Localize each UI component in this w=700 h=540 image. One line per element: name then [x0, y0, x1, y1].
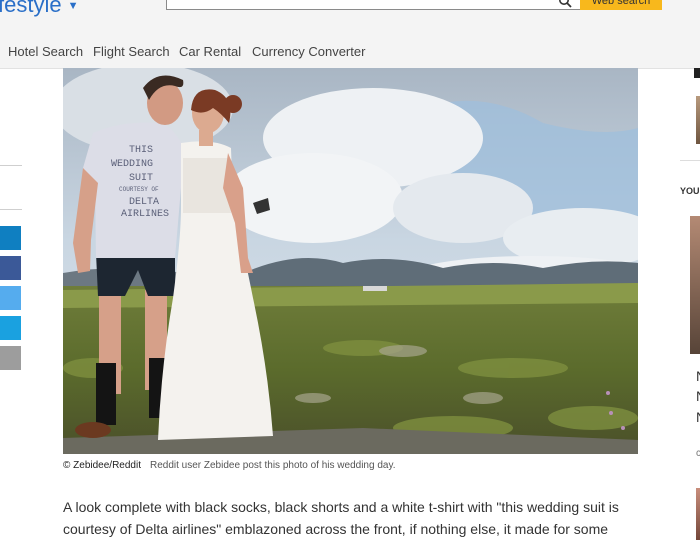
shirt-text-line: WEDDING — [111, 159, 153, 170]
nav-bar: Hotel Search Flight Search Car Rental Cu… — [0, 36, 700, 69]
nav-item-flight-search[interactable]: Flight Search — [93, 44, 170, 59]
share-button-more[interactable] — [0, 346, 21, 370]
share-button-twitter[interactable] — [0, 286, 21, 310]
shirt-text-line: THIS — [129, 145, 153, 156]
left-share-rail — [0, 68, 22, 540]
share-button-facebook[interactable] — [0, 256, 21, 280]
shirt-text-line: DELTA — [129, 197, 159, 208]
share-button-messenger[interactable] — [0, 316, 21, 340]
rail-divider — [680, 160, 700, 161]
chevron-down-icon[interactable]: ▼ — [68, 0, 79, 12]
photo-credit: © Zebidee/Reddit — [63, 460, 141, 471]
caption-text: Reddit user Zebidee post this photo of h… — [149, 460, 396, 471]
photo-caption: © Zebidee/Reddit Reddit user Zebidee post… — [63, 460, 396, 471]
shirt-text-line: AIRLINES — [121, 209, 169, 220]
rail-thumbnail[interactable] — [694, 68, 700, 78]
wedding-photo: THIS WEDDING SUIT COURTESY OF DELTA AIRL… — [63, 68, 638, 454]
rail-divider — [0, 209, 22, 210]
search-input[interactable] — [166, 0, 584, 10]
shirt-text-line: SUIT — [129, 173, 153, 184]
nav-item-car-rental[interactable]: Car Rental — [179, 44, 241, 59]
rail-thumbnail[interactable] — [690, 216, 700, 354]
rail-thumbnail[interactable] — [696, 488, 700, 540]
right-rail: YOU N N N c — [680, 68, 700, 540]
nav-item-currency-converter[interactable]: Currency Converter — [252, 44, 365, 59]
nav-item-hotel-search[interactable]: Hotel Search — [8, 44, 83, 59]
rail-headline-letter[interactable]: N — [696, 409, 700, 425]
rail-thumbnail[interactable] — [696, 96, 700, 144]
rail-headline-letter[interactable]: N — [696, 388, 700, 404]
rail-headline-letter[interactable]: N — [696, 368, 700, 384]
share-button-linkedin[interactable] — [0, 226, 21, 250]
rail-heading: YOU — [680, 186, 700, 196]
brand-logo[interactable]: festyle ▼ — [0, 0, 78, 18]
brand-name: festyle — [0, 0, 62, 17]
rail-divider — [0, 165, 22, 166]
article-photo: THIS WEDDING SUIT COURTESY OF DELTA AIRL… — [63, 68, 638, 454]
web-search-button[interactable]: Web search — [580, 0, 662, 10]
article-paragraph: A look complete with black socks, black … — [63, 499, 619, 537]
rail-meta-letter: c — [696, 448, 700, 459]
shirt-text-line: COURTESY OF — [119, 186, 159, 193]
top-bar: festyle ▼ Web search — [0, 0, 700, 36]
search-icon[interactable] — [558, 0, 572, 8]
